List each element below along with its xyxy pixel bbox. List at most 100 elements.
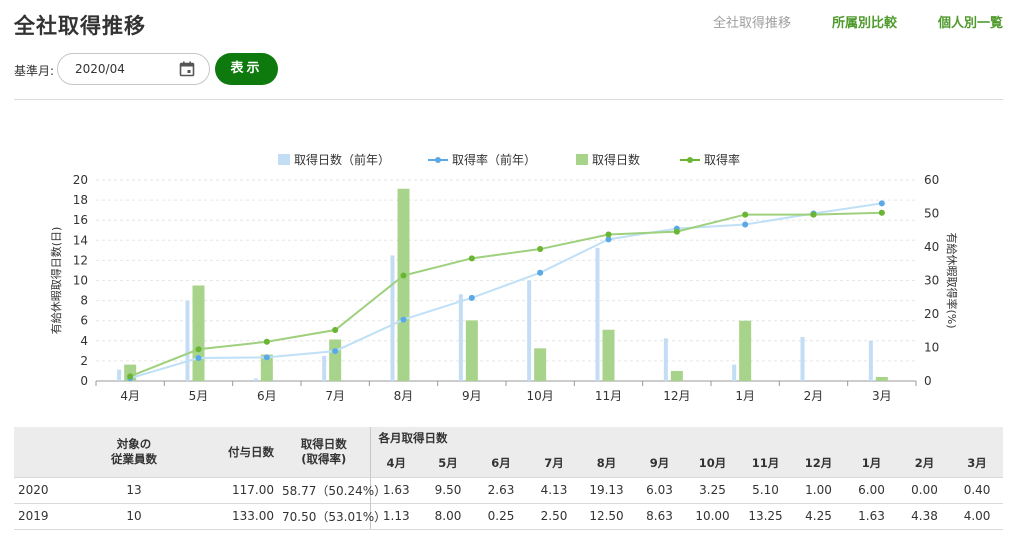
header-month: 2月 [898,449,951,477]
rate-current-year-point-marker [742,211,749,218]
cell-month-value: 19.13 [580,476,633,503]
header-month: 6月 [474,449,528,477]
base-month-value: 2020/04 [75,62,125,76]
cell-month-value: 8.63 [633,502,686,530]
cell-month-value: 6.00 [845,476,898,503]
base-month-label: 基準月: [14,64,55,78]
x-tick-label: 4月 [120,389,140,403]
rate-prev-year-point-marker [468,294,475,301]
cell-month-value: 5.10 [739,476,792,503]
nav-department-compare[interactable]: 所属別比較 [832,12,897,31]
y-right-tick: 50 [924,207,939,221]
x-tick-label: 9月 [462,389,482,403]
x-tick-label: 3月 [872,389,892,403]
cell-acquired: 58.77（50.24%） [278,476,386,503]
header-month: 1月 [845,449,898,477]
bar-current-year [602,329,615,381]
y-left-axis-label: 有給休暇取得日数(日) [49,227,63,335]
rate-prev-year-point-marker [263,354,270,361]
bar-current-year [397,188,410,381]
rate-current-year-point-marker [878,209,885,216]
cell-month-value: 1.00 [792,476,845,503]
rate-prev-year-point-marker [878,200,885,207]
cell-month-value: 1.63 [845,502,898,530]
header-month: 9月 [633,449,686,477]
cell-month-value: 4.00 [951,502,1004,530]
cell-month-value: 9.50 [422,476,474,503]
bar-prev-year [663,338,668,381]
y-left-tick: 4 [80,334,88,348]
cell-year: 2019 [14,502,86,530]
bar-current-year [875,376,888,381]
show-button[interactable]: 表示 [215,53,278,85]
page-title: 全社取得推移 [14,14,146,38]
rate-current-year-line [129,211,882,378]
y-right-tick: 60 [924,173,939,187]
legend-swatch-point [687,157,693,163]
y-left-tick: 20 [73,173,88,187]
cell-month-value: 2.50 [528,502,580,530]
bar-current-year [739,320,752,381]
header-year [14,427,86,477]
cell-year: 2020 [14,476,86,503]
rate-prev-year-point-marker [195,355,202,362]
base-month-input[interactable]: 2020/04 [57,53,210,85]
rate-current-year-point-marker [605,231,612,238]
cell-employees: 13 [86,476,182,503]
y-left-tick: 10 [73,274,88,288]
bar-prev-year [595,247,600,381]
header-month: 4月 [369,449,422,477]
header-employees: 対象の 従業員数 [86,427,182,477]
y-left-tick: 8 [80,294,88,308]
x-tick-label: 1月 [735,389,755,403]
bar-prev-year [732,364,737,381]
summary-table: 対象の 従業員数 付与日数 取得日数 (取得率) 各月取得日数 4月 5月 6月 7月… [14,427,1004,530]
legend-swatch-bar [576,154,588,165]
header-divider [14,99,1003,100]
calendar-icon[interactable] [179,61,195,77]
x-tick-label: 7月 [325,389,345,403]
y-right-tick: 40 [924,240,939,254]
cell-month-value: 3.25 [686,476,739,503]
cell-month-value: 0.25 [474,502,528,530]
nav-company-trend[interactable]: 全社取得推移 [713,12,791,31]
bar-current-year [192,285,205,381]
header-month: 11月 [739,449,792,477]
bar-prev-year [458,294,463,381]
bar-prev-year [185,300,190,381]
cell-month-value: 0.00 [898,476,951,503]
y-left-tick: 16 [73,213,88,227]
bar-prev-year [390,255,395,381]
legend-swatch-point [435,157,441,163]
header-month: 12月 [792,449,845,477]
bar-prev-year [253,378,258,381]
rate-current-year-point-marker [673,228,680,235]
bar-prev-year [868,340,873,381]
rate-current-year-point-marker [332,327,339,334]
y-right-tick: 0 [924,374,932,388]
nav-individual-list[interactable]: 個人別一覧 [938,12,1003,31]
rate-current-year-point-marker [537,246,544,253]
acquisition-chart: 0 2 4 6 8 10 12 14 16 18 20 0 10 20 30 40 50 60 4月 5月 6月 7月 8月… [49,152,959,403]
y-left-tick: 2 [80,354,88,368]
bar-current-year [534,348,547,381]
rate-prev-year-line [129,202,882,380]
legend-label: 取得日数 [592,152,640,167]
cell-month-value: 0.40 [951,476,1004,503]
legend-label: 取得率 [704,152,740,167]
cell-month-value: 2.63 [474,476,528,503]
view-nav: 全社取得推移 所属別比較 個人別一覧 [621,12,1021,32]
rate-current-year-point-marker [195,346,202,353]
y-left-tick: 12 [73,253,88,267]
cell-acquired: 70.50（53.01%） [278,502,386,530]
y-right-tick: 20 [924,307,939,321]
x-tick-label: 12月 [663,389,690,403]
cell-month-value: 8.00 [422,502,474,530]
cell-month-value: 13.25 [739,502,792,530]
cell-month-value: 6.03 [633,476,686,503]
table-row: 2019 10 133.00 70.50（53.01%） 1.13 8.00 0.25 2.5… [14,502,1004,530]
rate-current-year-point-marker [400,272,407,279]
header-monthly: 各月取得日数 [369,427,1004,449]
header-acquired: 取得日数 (取得率) [278,427,370,477]
y-right-axis-label: 有給休暇取得率(%) [945,232,959,328]
